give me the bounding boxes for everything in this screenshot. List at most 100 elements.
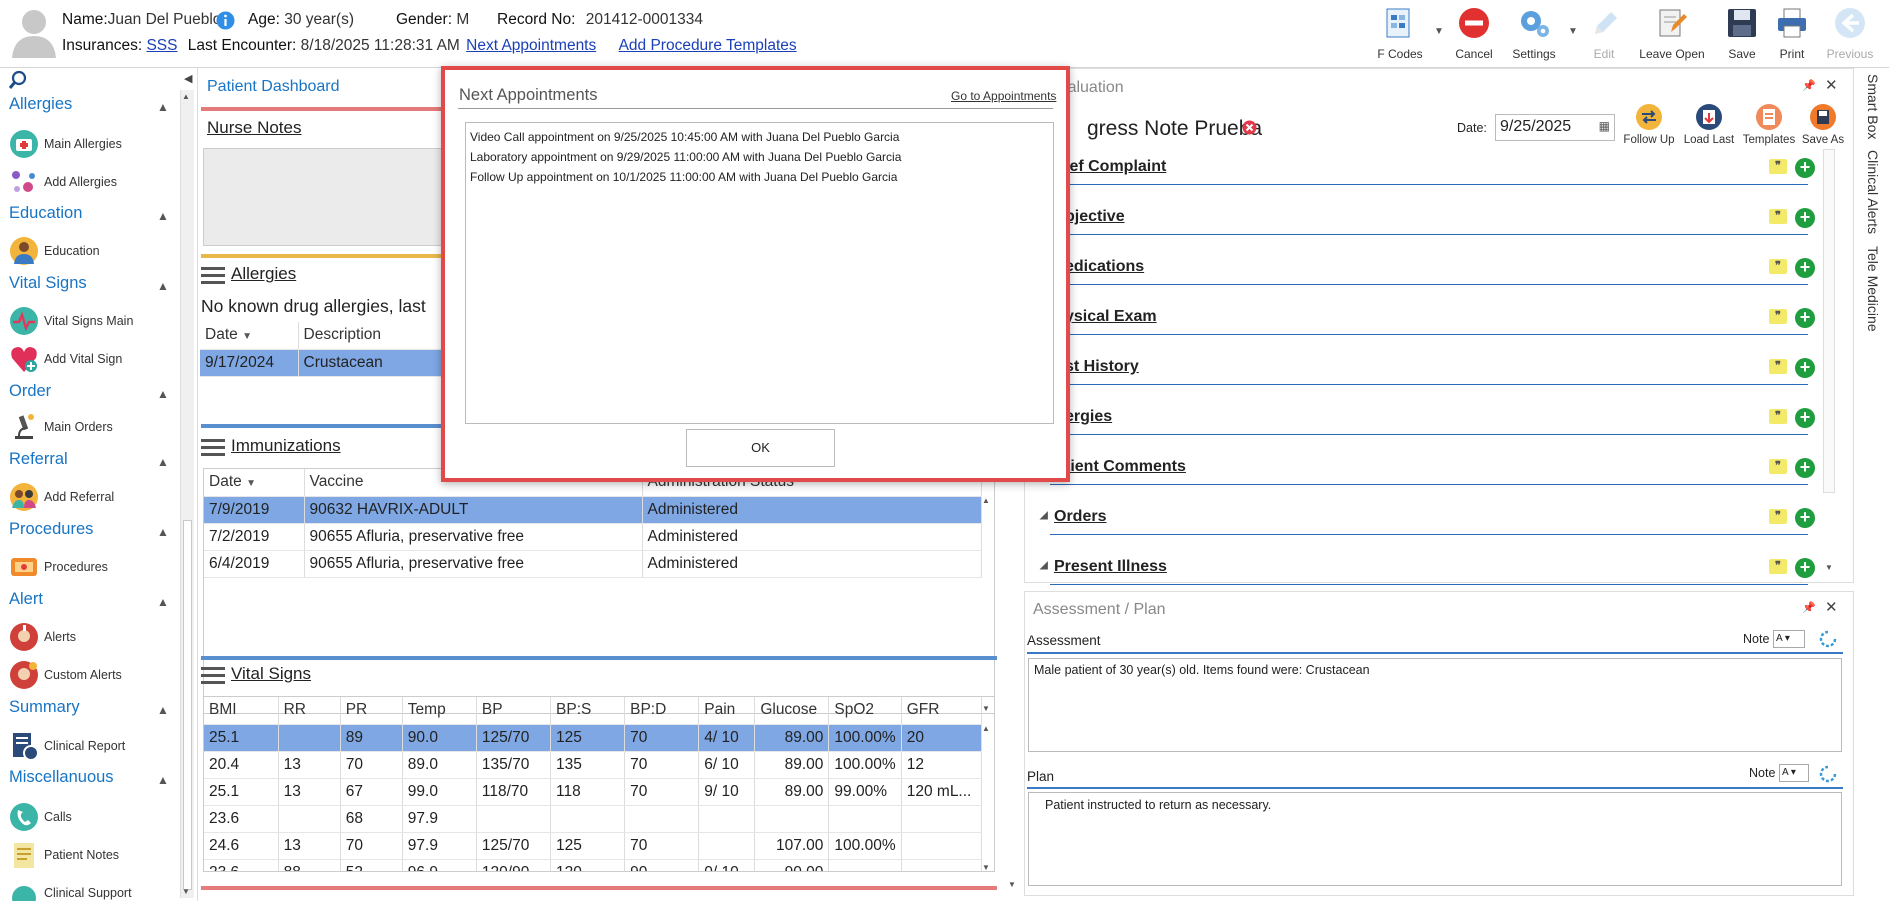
evaluation-section[interactable]: ergies ❞ + — [1040, 408, 1840, 435]
go-to-appointments-link[interactable]: Go to Appointments — [951, 89, 1056, 103]
sidebar-item-main-allergies[interactable]: Main Allergies — [8, 128, 122, 160]
sidebar-item-patient-notes[interactable]: Patient Notes — [8, 839, 119, 871]
plan-textarea[interactable]: Patient instructed to return as necessar… — [1028, 792, 1842, 886]
follow-up-button[interactable]: Follow Up — [1621, 103, 1677, 146]
search-icon[interactable] — [8, 70, 28, 90]
section-miscellanuous[interactable]: Miscellanuous — [9, 768, 114, 787]
table-row[interactable]: 7/2/2019 90655 Afluria, preservative free… — [204, 523, 982, 551]
list-item[interactable]: Laboratory appointment on 9/29/2025 11:0… — [470, 147, 1049, 167]
evaluation-section[interactable]: ief Complaint ❞ + — [1040, 158, 1840, 185]
close-icon[interactable]: ✕ — [1825, 598, 1838, 616]
menu-icon[interactable] — [201, 666, 225, 685]
expand-icon[interactable]: ◢ — [1040, 560, 1048, 571]
sidebar-item-custom-alerts[interactable]: Custom Alerts — [8, 659, 122, 691]
quote-icon[interactable]: ❞ — [1769, 359, 1787, 374]
add-procedure-templates-link[interactable]: Add Procedure Templates — [619, 37, 797, 54]
nurse-notes-box[interactable] — [203, 148, 443, 246]
column-header[interactable]: Temp — [402, 697, 477, 725]
chevron-up-icon[interactable]: ▲ — [157, 455, 169, 469]
date-field[interactable]: 9/25/2025 ▦ — [1495, 114, 1615, 141]
chevron-up-icon[interactable]: ▲ — [157, 387, 169, 401]
quote-icon[interactable]: ❞ — [1769, 209, 1787, 224]
add-icon[interactable]: + — [1795, 558, 1815, 578]
table-row[interactable]: 24.6 13 70 97.9 125/70 125 70 107.00 100.00% — [204, 832, 983, 860]
quote-icon[interactable]: ❞ — [1769, 309, 1787, 324]
column-header[interactable]: BMI — [204, 697, 279, 725]
list-item[interactable]: Video Call appointment on 9/25/2025 10:4… — [470, 127, 1049, 147]
settings-dropdown-icon[interactable]: ▼ — [1568, 26, 1578, 37]
sidebar-item-add-vital-sign[interactable]: Add Vital Sign — [8, 343, 122, 375]
sidebar-item-clinical-support[interactable]: Clinical Support — [8, 877, 132, 901]
add-icon[interactable]: + — [1795, 508, 1815, 528]
next-appointments-link[interactable]: Next Appointments — [466, 37, 596, 54]
section-referral[interactable]: Referral — [9, 450, 68, 469]
info-icon[interactable] — [216, 11, 235, 30]
chevron-up-icon[interactable]: ▲ — [157, 525, 169, 539]
quote-icon[interactable]: ❞ — [1769, 259, 1787, 274]
leave-open-button[interactable]: Leave Open — [1636, 4, 1708, 64]
chevron-up-icon[interactable]: ▲ — [157, 279, 169, 293]
add-icon[interactable]: + — [1795, 308, 1815, 328]
sidebar-item-procedures[interactable]: Procedures — [8, 551, 108, 583]
previous-button[interactable]: Previous — [1822, 4, 1878, 64]
evaluation-section[interactable]: bjective ❞ + — [1040, 208, 1840, 235]
note-dropdown[interactable]: A ▾ — [1773, 630, 1805, 648]
sidebar-item-add-referral[interactable]: Add Referral — [8, 481, 114, 513]
pin-icon[interactable]: 📌 — [1802, 79, 1816, 92]
evaluation-section[interactable]: ◢ Orders ❞ + — [1040, 508, 1840, 535]
section-procedures[interactable]: Procedures — [9, 520, 93, 539]
menu-icon[interactable] — [201, 438, 225, 457]
pin-icon[interactable]: 📌 — [1802, 601, 1816, 614]
section-alert[interactable]: Alert — [9, 590, 43, 609]
immunizations-scrollbar[interactable]: ▲ ▼ — [982, 496, 994, 713]
insurance-link[interactable]: SSS — [146, 37, 177, 54]
evaluation-section[interactable]: ◢ Present Illness ❞ + — [1040, 558, 1840, 585]
table-row[interactable]: 7/9/2019 90632 HAVRIX-ADULT Administered — [204, 496, 982, 524]
assessment-textarea[interactable]: Male patient of 30 year(s) old. Items fo… — [1028, 658, 1842, 752]
quote-icon[interactable]: ❞ — [1769, 559, 1787, 574]
table-row[interactable]: 25.1 13 67 99.0 118/70 118 70 9/ 10 89.00 99.00% 1… — [204, 778, 983, 806]
fcodes-dropdown-icon[interactable]: ▼ — [1434, 26, 1444, 37]
column-header[interactable]: RR — [278, 697, 341, 725]
chevron-up-icon[interactable]: ▲ — [157, 595, 169, 609]
vital-signs-scrollbar[interactable]: ▲ ▼ — [982, 724, 994, 871]
add-icon[interactable]: + — [1795, 208, 1815, 228]
load-last-button[interactable]: Load Last — [1681, 103, 1737, 146]
sidebar-item-add-allergies[interactable]: Add Allergies — [8, 166, 117, 198]
evaluation-section[interactable]: tient Comments ❞ + — [1040, 458, 1840, 485]
sidebar-item-alerts[interactable]: Alerts — [8, 621, 76, 653]
table-row[interactable]: 20.4 13 70 89.0 135/70 135 70 6/ 10 89.00 100.00%… — [204, 751, 983, 779]
column-header[interactable]: Glucose — [754, 697, 830, 725]
save-as-button[interactable]: Save As — [1795, 103, 1851, 146]
cancel-button[interactable]: Cancel — [1448, 4, 1500, 64]
section-education[interactable]: Education — [9, 204, 82, 223]
column-header[interactable]: GFR — [901, 697, 983, 725]
evaluation-section[interactable]: ysical Exam ❞ + — [1040, 308, 1840, 335]
table-row[interactable]: 23.6 68 97.9 — [204, 805, 983, 833]
add-icon[interactable]: + — [1795, 408, 1815, 428]
column-header[interactable]: BP:D — [624, 697, 700, 725]
edit-button[interactable]: Edit — [1582, 4, 1626, 64]
section-summary[interactable]: Summary — [9, 698, 80, 717]
sidebar-item-calls[interactable]: Calls — [8, 801, 72, 833]
tab-tele-medicine[interactable]: Tele Medicine — [1865, 246, 1881, 332]
section-vital-signs[interactable]: Vital Signs — [9, 274, 87, 293]
tab-clinical-alerts[interactable]: Clinical Alerts — [1865, 150, 1881, 234]
evaluation-section[interactable]: edications ❞ + — [1040, 258, 1840, 285]
column-header[interactable]: PR — [340, 697, 403, 725]
remove-icon[interactable] — [1242, 120, 1257, 135]
close-icon[interactable]: ✕ — [1825, 76, 1838, 94]
table-row[interactable]: 23.6 88 52 96.9 120/90 120 90 0/ 10 90.00 — [204, 859, 983, 871]
column-header[interactable]: Date ▼ — [200, 322, 299, 350]
templates-button[interactable]: Templates — [1739, 103, 1799, 146]
settings-button[interactable]: Settings — [1508, 4, 1560, 64]
column-header[interactable]: Date ▼ — [204, 469, 305, 497]
chevron-up-icon[interactable]: ▲ — [157, 703, 169, 717]
sidebar-item-main-orders[interactable]: Main Orders — [8, 411, 113, 443]
table-row[interactable]: 25.1 89 90.0 125/70 125 70 4/ 10 89.00 100.00% 20 — [204, 724, 983, 752]
column-header[interactable]: Pain — [698, 697, 756, 725]
sidebar-item-clinical-report[interactable]: Clinical Report — [8, 730, 125, 762]
add-icon[interactable]: + — [1795, 458, 1815, 478]
menu-icon[interactable] — [201, 266, 225, 285]
tab-smart-box[interactable]: Smart Box — [1865, 74, 1881, 139]
